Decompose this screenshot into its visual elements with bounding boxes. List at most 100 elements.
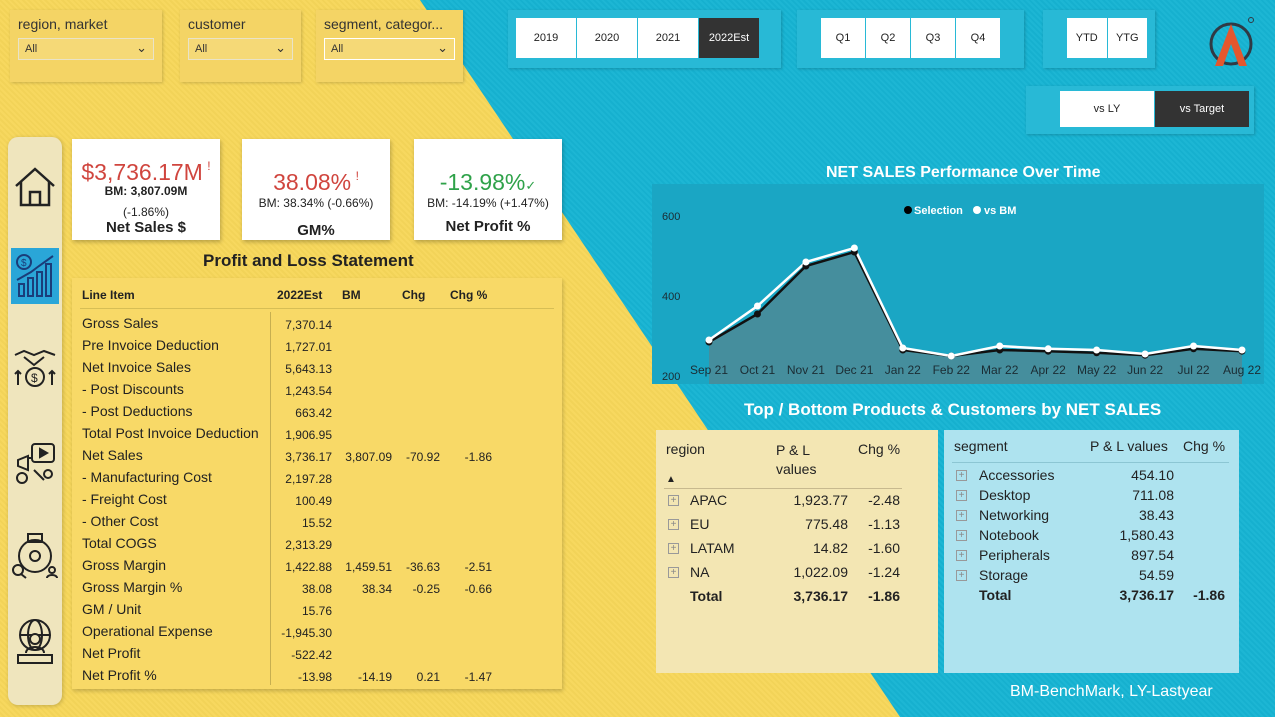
slicer-dropdown[interactable]: All ⌄	[188, 38, 293, 60]
pl-values-header[interactable]: P & L values	[776, 441, 838, 479]
segment-name[interactable]: Notebook	[979, 527, 1039, 543]
ytg-button[interactable]: YTG	[1107, 18, 1147, 58]
segment-name[interactable]: Accessories	[979, 467, 1054, 483]
chg-pct-header[interactable]: Chg %	[858, 441, 900, 457]
pl-row: - Other Cost 15.52	[72, 512, 562, 534]
expand-icon[interactable]: +	[956, 490, 967, 501]
pl-line-item: Net Sales	[82, 447, 143, 463]
pl-line-item: Net Profit	[82, 645, 141, 661]
executive-globe-icon[interactable]	[11, 614, 59, 670]
supply-chain-icon[interactable]	[11, 527, 59, 583]
year-button-2021[interactable]: 2021	[638, 18, 698, 58]
pl-cell-chg-pct: -2.51	[464, 560, 492, 574]
alert-icon: !	[207, 159, 211, 173]
slicer-region-market[interactable]: region, market All ⌄	[10, 10, 162, 82]
pl-row: Net Invoice Sales 5,643.13	[72, 358, 562, 380]
pl-header-chg: Chg	[402, 288, 426, 302]
segment-name[interactable]: Peripherals	[979, 547, 1050, 563]
region-chg-pct: -1.60	[868, 540, 900, 556]
expand-icon[interactable]: +	[956, 570, 967, 581]
expand-icon[interactable]: +	[668, 519, 679, 530]
pl-line-item: - Other Cost	[82, 513, 159, 529]
region-name[interactable]: APAC	[690, 492, 727, 508]
ytd-button[interactable]: YTD	[1067, 18, 1107, 58]
finance-chart-icon[interactable]: $	[11, 248, 59, 304]
kpi-net-profit: -13.98%✓ BM: -14.19% (+1.47%) Net Profit…	[414, 139, 562, 240]
x-tick-label: Mar 22	[981, 363, 1019, 377]
kpi-value: $3,736.17M	[81, 159, 203, 185]
pl-header-line-item: Line Item	[82, 288, 135, 302]
pl-values-header[interactable]: P & L values	[1090, 438, 1168, 454]
slicer-dropdown[interactable]: All ⌄	[324, 38, 455, 60]
segment-name[interactable]: Desktop	[979, 487, 1030, 503]
vs-ly-button[interactable]: vs LY	[1060, 91, 1154, 127]
quarter-button-q1[interactable]: Q1	[821, 18, 865, 58]
pl-cell-2022est: 1,243.54	[285, 384, 332, 398]
marketing-icon[interactable]	[11, 435, 59, 491]
expand-icon[interactable]: +	[668, 495, 679, 506]
kpi-change: (-1.86%)	[122, 205, 169, 219]
segment-name[interactable]: Networking	[979, 507, 1049, 523]
year-button-2020[interactable]: 2020	[577, 18, 637, 58]
slicer-segment-category[interactable]: segment, categor... All ⌄	[316, 10, 463, 82]
pl-row: - Manufacturing Cost 2,197.28	[72, 468, 562, 490]
pl-cell-2022est: 1,906.95	[285, 428, 332, 442]
pl-cell-chg-pct: -0.66	[464, 582, 492, 596]
y-tick-label: 600	[662, 211, 680, 223]
pl-header-divider	[80, 308, 554, 309]
region-name[interactable]: EU	[690, 516, 709, 532]
net-sales-chart: Selection vs BM 200 400 600 Sep 21 Oct 21 Nov 2…	[652, 184, 1264, 384]
region-name[interactable]: Total	[690, 588, 722, 604]
segment-name[interactable]: Total	[979, 587, 1011, 603]
pl-row: Net Profit -522.42	[72, 644, 562, 666]
expand-icon[interactable]: +	[956, 530, 967, 541]
slicer-customer[interactable]: customer All ⌄	[180, 10, 301, 82]
vs-target-button[interactable]: vs Target	[1155, 91, 1249, 127]
svg-text:$: $	[21, 258, 27, 269]
region-header[interactable]: region	[666, 441, 705, 457]
expand-icon[interactable]: +	[956, 510, 967, 521]
kpi-net-sales: $3,736.17M ! BM: 3,807.09M (-1.86%) Net …	[72, 139, 220, 240]
pl-cell-2022est: -1,945.30	[281, 626, 332, 640]
ytd-selector: YTD YTG	[1043, 10, 1155, 68]
vs-bm-point	[1093, 346, 1101, 354]
segment-value: 897.54	[1131, 547, 1174, 563]
expand-icon[interactable]: +	[668, 543, 679, 554]
segment-name[interactable]: Storage	[979, 567, 1028, 583]
quarter-button-q3[interactable]: Q3	[911, 18, 955, 58]
region-name[interactable]: LATAM	[690, 540, 735, 556]
slicer-dropdown[interactable]: All ⌄	[18, 38, 154, 60]
region-value: 1,022.09	[793, 564, 849, 580]
home-icon[interactable]	[11, 159, 59, 215]
chevron-down-icon: ⌄	[136, 40, 147, 55]
pl-line-item: Pre Invoice Deduction	[82, 337, 219, 353]
x-tick-label: May 22	[1077, 363, 1117, 377]
expand-icon[interactable]: +	[956, 470, 967, 481]
segment-value: 1,580.43	[1119, 527, 1175, 543]
chg-pct-header[interactable]: Chg %	[1183, 438, 1225, 454]
quarter-button-q2[interactable]: Q2	[866, 18, 910, 58]
pl-cell-2022est: 5,643.13	[285, 362, 332, 376]
pl-line-item: Net Profit %	[82, 667, 157, 683]
quarter-selector: Q1 Q2 Q3 Q4	[797, 10, 1024, 68]
y-tick-label: 400	[662, 291, 680, 303]
x-tick-label: Oct 21	[740, 363, 776, 377]
legend-label-vs-bm: vs BM	[984, 205, 1016, 217]
region-chg-pct: -1.13	[868, 516, 900, 532]
kpi-value: 38.08%	[273, 169, 352, 195]
net-sales-chart-svg: Selection vs BM 200 400 600 Sep 21 Oct 21 Nov 2…	[662, 205, 1261, 384]
segment-header[interactable]: segment	[954, 438, 1008, 454]
company-logo	[1203, 14, 1259, 70]
year-button-2019[interactable]: 2019	[516, 18, 576, 58]
pl-cell-2022est: 15.76	[301, 604, 332, 618]
quarter-button-q4[interactable]: Q4	[956, 18, 1000, 58]
year-button-2022est[interactable]: 2022Est	[699, 18, 759, 58]
region-value: 14.82	[812, 540, 848, 556]
pl-cell-2022est: 663.42	[295, 406, 332, 420]
handshake-money-icon[interactable]: $	[11, 340, 59, 396]
expand-icon[interactable]: +	[668, 567, 679, 578]
kpi-benchmark: BM: 3,807.09M	[104, 184, 188, 198]
region-name[interactable]: NA	[690, 564, 709, 580]
expand-icon[interactable]: +	[956, 550, 967, 561]
pl-cell-2022est: 38.08	[301, 582, 332, 596]
